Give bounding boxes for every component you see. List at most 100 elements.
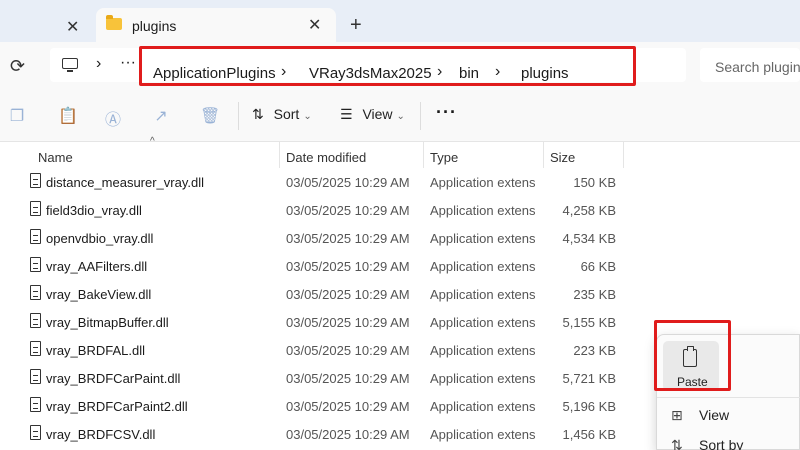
file-size: 5,721 KB (562, 371, 617, 386)
file-type: Application extens... (430, 399, 536, 414)
new-tab-button[interactable]: + (350, 14, 362, 37)
table-row[interactable]: openvdbio_vray.dll 03/05/2025 10:29 AM A… (0, 224, 640, 252)
file-name: distance_measurer_vray.dll (46, 175, 204, 190)
file-type: Application extens... (430, 371, 536, 386)
copy-icon[interactable]: ❐ (8, 106, 26, 126)
menu-item-label: View (699, 407, 730, 423)
search-placeholder: Search plugins (715, 59, 800, 75)
file-date: 03/05/2025 10:29 AM (286, 343, 410, 358)
dll-file-icon (30, 257, 41, 272)
file-date: 03/05/2025 10:29 AM (286, 203, 410, 218)
column-divider[interactable] (423, 142, 424, 168)
table-row[interactable]: vray_BRDFCarPaint.dll 03/05/2025 10:29 A… (0, 364, 640, 392)
file-name: field3dio_vray.dll (46, 203, 142, 218)
paste-highlight (654, 320, 731, 391)
dll-file-icon (30, 341, 41, 356)
dll-file-icon (30, 285, 41, 300)
paste-icon[interactable]: 📋 (58, 106, 78, 126)
this-pc-icon[interactable] (62, 58, 78, 72)
toolbar-divider (420, 102, 421, 130)
file-date: 03/05/2025 10:29 AM (286, 231, 410, 246)
file-size: 66 KB (580, 259, 616, 274)
more-options-button[interactable]: ··· (436, 102, 457, 123)
search-input[interactable]: Search plugins (700, 48, 800, 82)
table-row[interactable]: distance_measurer_vray.dll 03/05/2025 10… (0, 168, 640, 196)
file-date: 03/05/2025 10:29 AM (286, 371, 410, 386)
file-size: 5,155 KB (562, 315, 617, 330)
chevron-down-icon: ⌄ (396, 111, 405, 122)
dll-file-icon (30, 201, 41, 216)
file-date: 03/05/2025 10:29 AM (286, 287, 410, 302)
sort-ascending-icon: ^ (150, 136, 155, 147)
column-divider[interactable] (279, 142, 280, 168)
file-type: Application extens... (430, 231, 536, 246)
chevron-down-icon: ⌄ (303, 111, 312, 122)
breadcrumb-highlight (139, 46, 636, 86)
sort-label: Sort (273, 106, 300, 122)
table-row[interactable]: vray_BRDFCSV.dll 03/05/2025 10:29 AM App… (0, 420, 640, 448)
file-type: Application extens... (430, 259, 536, 274)
command-bar: ❐ 📋 Ⓐ ↗ 🗑 ⇅ Sort ⌄ ☰ View ⌄ ··· (0, 90, 800, 142)
refresh-icon[interactable]: ⟳ (10, 56, 25, 77)
menu-item-view[interactable]: ⊞ View (671, 407, 729, 424)
table-row[interactable]: vray_BitmapBuffer.dll 03/05/2025 10:29 A… (0, 308, 640, 336)
file-date: 03/05/2025 10:29 AM (286, 315, 410, 330)
table-row[interactable]: vray_BakeView.dll 03/05/2025 10:29 AM Ap… (0, 280, 640, 308)
menu-divider (657, 397, 800, 398)
file-type: Application extens... (430, 343, 536, 358)
table-row[interactable]: vray_BRDFCarPaint2.dll 03/05/2025 10:29 … (0, 392, 640, 420)
file-name: vray_BitmapBuffer.dll (46, 315, 169, 330)
sort-icon: ⇅ (252, 106, 264, 122)
file-name: vray_BRDFCarPaint.dll (46, 371, 181, 386)
file-type: Application extens... (430, 427, 536, 442)
menu-item-label: Sort by (699, 437, 744, 450)
dll-file-icon (30, 173, 41, 188)
tab-label: plugins (132, 18, 177, 34)
tab-previous[interactable]: ✕ (0, 10, 92, 42)
rename-icon[interactable]: Ⓐ (104, 106, 122, 129)
file-size: 4,258 KB (562, 203, 617, 218)
close-tab-icon[interactable]: ✕ (308, 15, 321, 35)
sort-button[interactable]: ⇅ Sort ⌄ (252, 106, 312, 123)
file-type: Application extens... (430, 315, 536, 330)
file-size: 1,456 KB (562, 427, 617, 442)
toolbar-divider (238, 102, 239, 130)
file-name: openvdbio_vray.dll (46, 231, 154, 246)
view-label: View (362, 106, 393, 122)
file-date: 03/05/2025 10:29 AM (286, 259, 410, 274)
file-name: vray_BRDFAL.dll (46, 343, 145, 358)
sort-icon: ⇅ (671, 437, 683, 450)
file-name: vray_BakeView.dll (46, 287, 152, 302)
breadcrumb-overflow[interactable]: ··· (120, 54, 136, 72)
tab-plugins[interactable]: plugins ✕ (96, 8, 336, 42)
folder-icon (106, 15, 122, 30)
file-type: Application extens... (430, 175, 536, 190)
table-row[interactable]: vray_BRDFAL.dll 03/05/2025 10:29 AM Appl… (0, 336, 640, 364)
menu-item-sort-by[interactable]: ⇅ Sort by (671, 437, 743, 450)
file-name: vray_AAFilters.dll (46, 259, 148, 274)
file-name: vray_BRDFCSV.dll (46, 427, 156, 442)
dll-file-icon (30, 425, 41, 440)
share-icon[interactable]: ↗ (152, 106, 170, 126)
dll-file-icon (30, 369, 41, 384)
file-size: 235 KB (573, 287, 616, 302)
table-row[interactable]: field3dio_vray.dll 03/05/2025 10:29 AM A… (0, 196, 640, 224)
view-button[interactable]: ☰ View ⌄ (340, 106, 405, 123)
delete-icon[interactable]: 🗑 (200, 106, 220, 126)
view-icon: ☰ (340, 106, 353, 122)
file-type: Application extens... (430, 203, 536, 218)
file-size: 5,196 KB (562, 399, 617, 414)
close-tab-icon[interactable]: ✕ (66, 17, 79, 37)
column-divider[interactable] (543, 142, 544, 168)
column-divider[interactable] (623, 142, 624, 168)
file-size: 223 KB (573, 343, 616, 358)
dll-file-icon (30, 397, 41, 412)
table-row[interactable]: vray_AAFilters.dll 03/05/2025 10:29 AM A… (0, 252, 640, 280)
file-size: 150 KB (573, 175, 616, 190)
tab-bar: ✕ plugins ✕ + (0, 0, 800, 42)
file-date: 03/05/2025 10:29 AM (286, 175, 410, 190)
dll-file-icon (30, 313, 41, 328)
file-name: vray_BRDFCarPaint2.dll (46, 399, 188, 414)
chevron-right-icon[interactable]: › (96, 55, 101, 73)
file-size: 4,534 KB (562, 231, 617, 246)
